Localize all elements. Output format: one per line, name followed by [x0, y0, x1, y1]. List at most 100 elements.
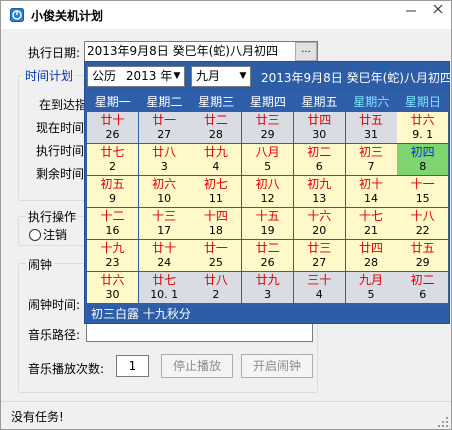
title-bar[interactable]: 小俊关机计划 [1, 1, 451, 29]
calendar-day[interactable]: 初三 7 [345, 144, 397, 175]
lunar-date: 廿八 [203, 273, 228, 287]
solar-date: 13 [312, 192, 327, 205]
calendar-day[interactable]: 廿五 29 [397, 240, 449, 271]
lunar-date: 廿六 [410, 113, 435, 127]
calendar-day[interactable]: 十六 20 [293, 208, 345, 239]
play-count-label: 音乐播放次数: [28, 362, 105, 376]
calendar-day[interactable]: 廿一 25 [190, 240, 242, 271]
lunar-date: 廿八 [152, 145, 177, 159]
calendar-day[interactable]: 廿九 3 [242, 272, 294, 303]
solar-date: 21 [364, 224, 378, 237]
solar-date: 4 [315, 288, 323, 301]
calendar-day-selected[interactable]: 初四 8 [397, 144, 449, 175]
calendar-day[interactable]: 廿二 26 [242, 240, 294, 271]
solar-date: 28 [364, 256, 378, 269]
calendar-day[interactable]: 十二 16 [87, 208, 138, 239]
calendar-grid: 廿十 26 廿一 27 廿二 28 廿三 29 廿四 30 廿五 31 廿六 9. 1 廿七 2 廿八 3 廿九 4 八… [87, 112, 449, 305]
calendar-day[interactable]: 十一 15 [397, 176, 449, 207]
solar-date: 3 [160, 160, 168, 173]
calendar-day[interactable]: 廿二 28 [190, 112, 242, 143]
play-count-input[interactable]: 1 [116, 355, 149, 377]
calendar-day[interactable]: 十八 22 [397, 208, 449, 239]
calendar-header-date: 2013年9月8日 癸巳年(蛇)八月初四 [261, 71, 452, 85]
lunar-date: 廿九 [255, 273, 280, 287]
solar-date: 16 [105, 224, 120, 237]
calendar-day[interactable]: 初八 12 [242, 176, 294, 207]
calendar-day[interactable]: 廿五 31 [345, 112, 397, 143]
calendar-day[interactable]: 初十 14 [345, 176, 397, 207]
lunar-date: 三十 [307, 273, 332, 287]
lunar-date: 初七 [203, 177, 228, 191]
exec-date-label: 执行日期: [28, 46, 81, 60]
solar-date: 23 [105, 256, 120, 269]
month-select[interactable]: 九月 ▼ [191, 66, 251, 87]
calendar-day[interactable]: 廿一 27 [138, 112, 190, 143]
chevron-down-icon: ▼ [239, 71, 247, 81]
calendar-day[interactable]: 廿四 30 [293, 112, 345, 143]
calendar-day[interactable]: 初七 11 [190, 176, 242, 207]
calendar-day[interactable]: 廿三 27 [293, 240, 345, 271]
calendar-day[interactable]: 初二 6 [397, 272, 449, 303]
solar-date: 29 [260, 128, 275, 141]
calendar-day[interactable]: 廿七 2 [87, 144, 138, 175]
close-icon[interactable] [424, 2, 451, 22]
calendar-day[interactable]: 三十 4 [293, 272, 345, 303]
window-title: 小俊关机计划 [31, 9, 104, 23]
calendar-day[interactable]: 廿十 26 [87, 112, 138, 143]
music-path-input[interactable] [86, 321, 313, 342]
calendar-day[interactable]: 十三 17 [138, 208, 190, 239]
logout-radio[interactable]: 注销 [29, 226, 67, 243]
calendar-day[interactable]: 廿六 9. 1 [397, 112, 449, 143]
calendar-popup[interactable]: 公历 2013 年 ▼ 九月 ▼ 2013年9月8日 癸巳年(蛇)八月初四 星期… [84, 61, 452, 324]
solar-date: 26 [260, 256, 275, 269]
calendar-day[interactable]: 廿九 4 [190, 144, 242, 175]
calendar-day[interactable]: 八月 5 [242, 144, 294, 175]
calendar-type-year-select[interactable]: 公历 2013 年 ▼ [87, 66, 185, 87]
weekday-label: 星期二 [146, 95, 183, 109]
resize-grip-icon[interactable] [437, 416, 449, 428]
solar-date: 5 [367, 288, 375, 301]
lunar-date: 初二 [307, 145, 332, 159]
calendar-day[interactable]: 廿八 2 [190, 272, 242, 303]
minimize-icon[interactable] [397, 2, 424, 22]
solar-date: 18 [208, 224, 223, 237]
calendar-day[interactable]: 十九 23 [87, 240, 138, 271]
operation-title: 执行操作 [26, 208, 79, 225]
calendar-day[interactable]: 廿七 10. 1 [138, 272, 190, 303]
calendar-day[interactable]: 十四 18 [190, 208, 242, 239]
calendar-day[interactable]: 廿三 29 [242, 112, 294, 143]
weekday-label: 星期日 [404, 95, 441, 109]
stop-play-button[interactable]: 停止播放 [161, 354, 233, 378]
lunar-date: 廿十 [100, 113, 125, 127]
start-alarm-button[interactable]: 开启闹钟 [241, 354, 313, 378]
calendar-day[interactable]: 初六 10 [138, 176, 190, 207]
calendar-day[interactable]: 初五 9 [87, 176, 138, 207]
month-value: 九月 [196, 69, 221, 83]
status-bar: 没有任务! [1, 401, 451, 429]
lunar-date: 初三 [358, 145, 383, 159]
calendar-day[interactable]: 廿六 30 [87, 272, 138, 303]
solar-date: 15 [415, 192, 430, 205]
calendar-day[interactable]: 廿八 3 [138, 144, 190, 175]
exec-date-field[interactable]: 2013年9月8日 癸巳年(蛇)八月初四 [84, 41, 318, 62]
status-text: 没有任务! [11, 410, 64, 424]
weekday-label: 星期一 [94, 95, 131, 109]
lunar-date: 初六 [152, 177, 177, 191]
calendar-day[interactable]: 初九 13 [293, 176, 345, 207]
calendar-day[interactable]: 十五 19 [242, 208, 294, 239]
calendar-day[interactable]: 十七 21 [345, 208, 397, 239]
solar-date: 19 [260, 224, 275, 237]
solar-date: 6 [315, 160, 323, 173]
lunar-date: 廿二 [255, 241, 280, 255]
calendar-day[interactable]: 初二 6 [293, 144, 345, 175]
solar-date: 2 [109, 160, 116, 173]
solar-date: 9. 1 [412, 128, 434, 141]
calendar-day[interactable]: 九月 5 [345, 272, 397, 303]
date-dropdown-button[interactable]: ... [295, 42, 317, 61]
solar-date: 30 [312, 128, 327, 141]
calendar-day[interactable]: 廿十 24 [138, 240, 190, 271]
lunar-date: 廿九 [203, 145, 228, 159]
lunar-date: 八月 [255, 145, 280, 159]
calendar-day[interactable]: 廿四 28 [345, 240, 397, 271]
lunar-date: 廿三 [255, 113, 280, 127]
